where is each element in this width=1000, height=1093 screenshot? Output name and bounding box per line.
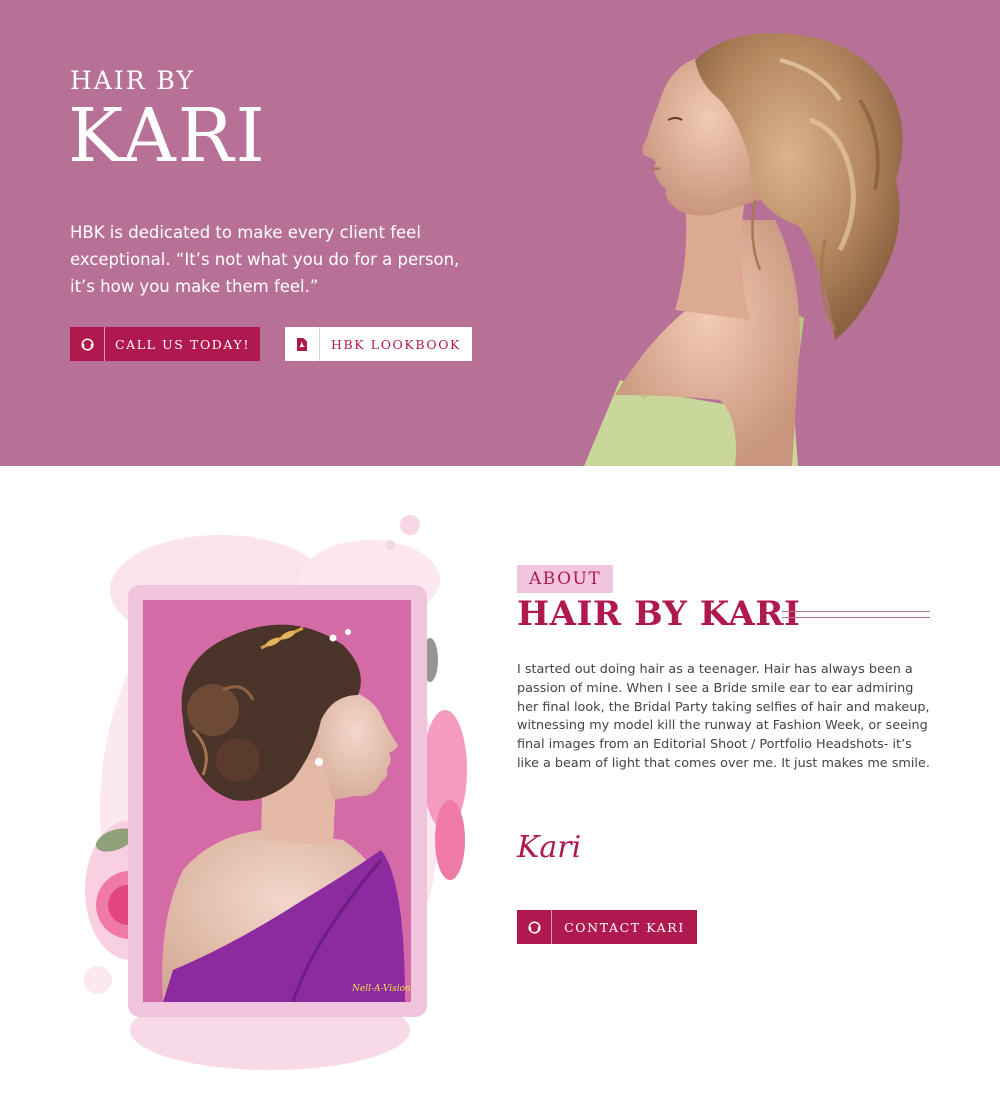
contact-kari-label: CONTACT KARI: [564, 919, 685, 935]
about-title: HAIR BY KARI: [517, 594, 801, 634]
lookbook-label: HBK LOOKBOOK: [331, 336, 461, 352]
about-tag: ABOUT: [517, 565, 614, 593]
about-paragraph: I started out doing hair as a teenager. …: [517, 662, 930, 771]
about-portrait-image: [143, 600, 411, 1002]
title-divider-line: [782, 611, 930, 612]
hero-kicker: HAIR BY: [70, 66, 195, 95]
hero-tagline: HBK is dedicated to make every client fe…: [70, 223, 460, 296]
headset-icon: [70, 327, 105, 361]
headset-icon: [517, 910, 552, 944]
call-us-label: CALL US TODAY!: [114, 336, 251, 352]
contact-kari-button[interactable]: CONTACT KARI: [517, 910, 697, 944]
call-us-button[interactable]: CALL US TODAY!: [70, 327, 260, 361]
hero-title: KARI: [68, 93, 267, 179]
hero-portrait-image: [584, 33, 903, 466]
title-divider-line: [782, 617, 930, 618]
pdf-file-icon: [285, 327, 320, 361]
signature: Kari: [517, 830, 582, 865]
hero-section: HAIR BY KARI HBK is dedicated to make ev…: [0, 0, 1000, 466]
photo-credit-watermark: Nell-A-Vision: [352, 984, 411, 994]
lookbook-button[interactable]: HBK LOOKBOOK: [285, 327, 472, 361]
